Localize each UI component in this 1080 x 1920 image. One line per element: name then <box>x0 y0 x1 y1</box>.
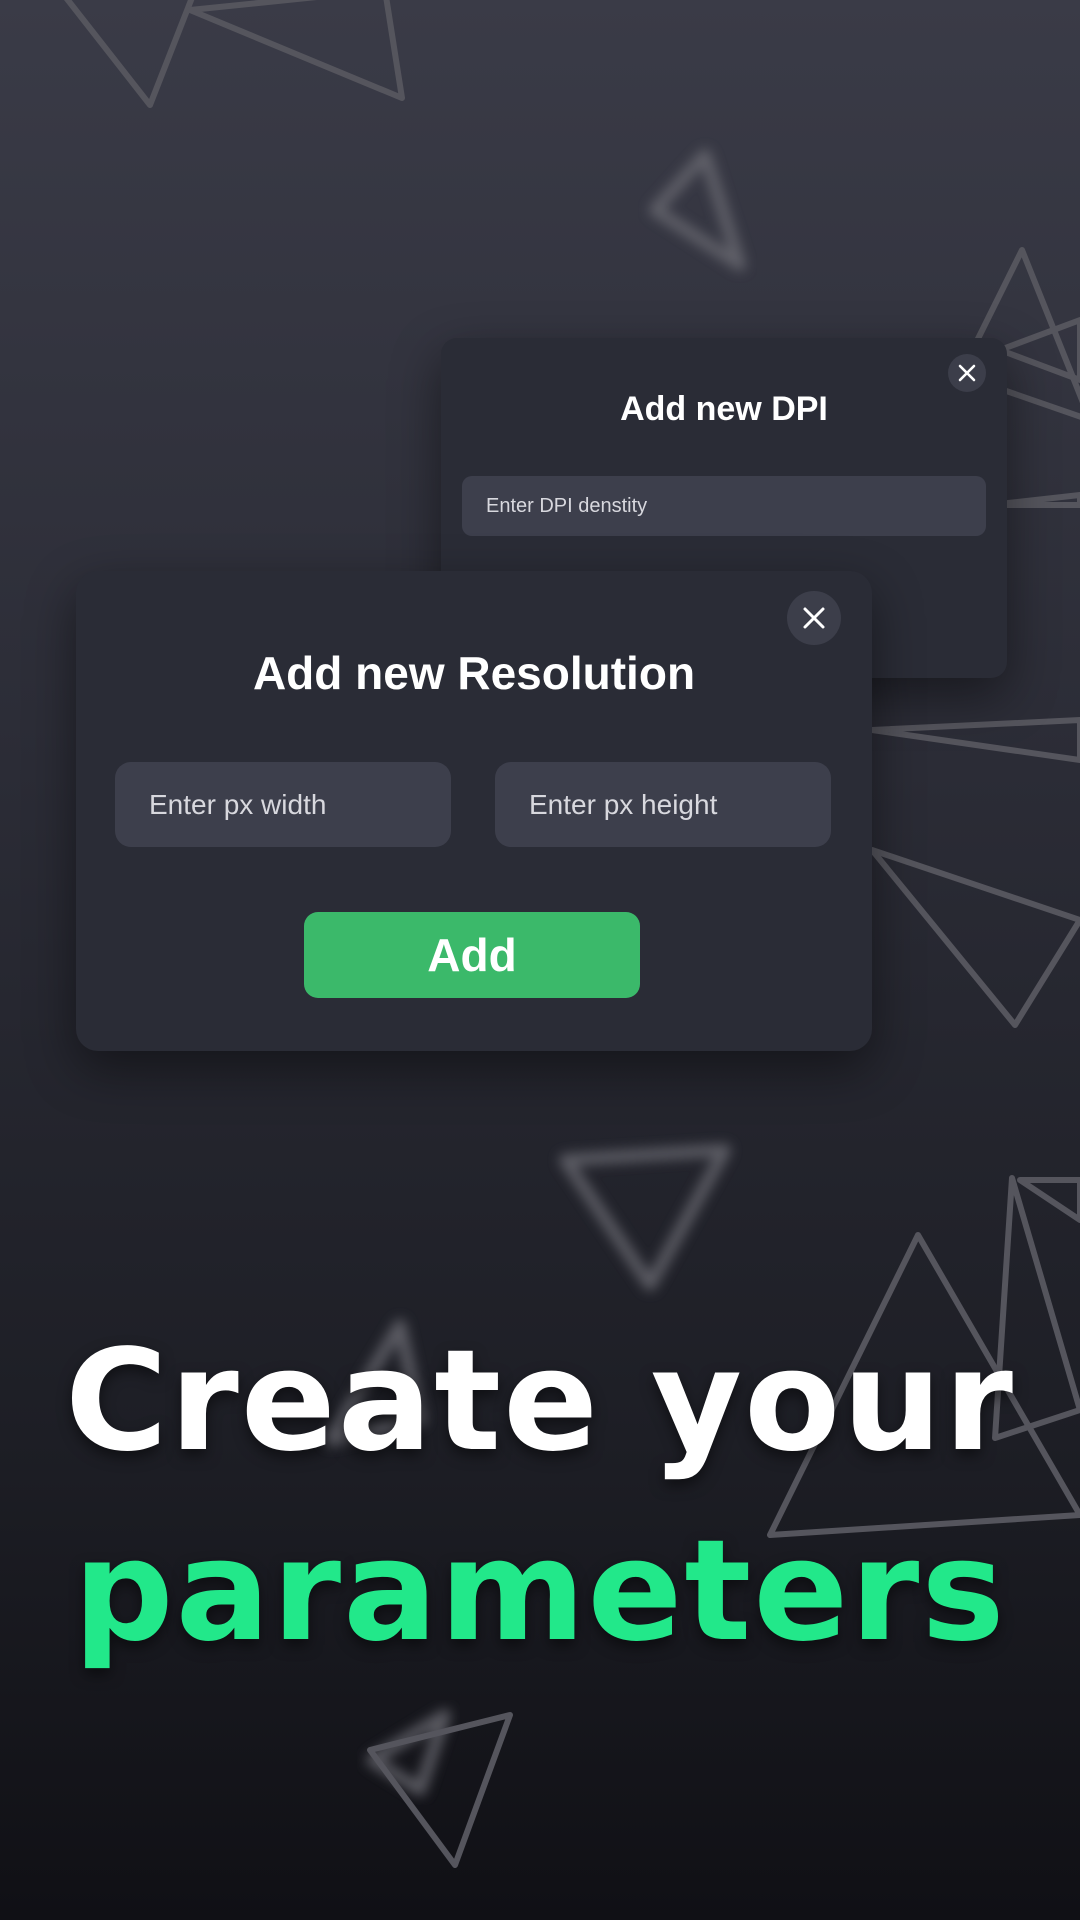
dpi-dialog-close-button[interactable] <box>948 354 986 392</box>
resolution-dialog-close-button[interactable] <box>787 591 841 645</box>
triangle-shape <box>559 1144 731 1291</box>
triangle-shape <box>64 0 195 108</box>
close-icon <box>803 607 825 629</box>
resolution-dialog: Add new Resolution Enter px width Enter … <box>76 571 872 1051</box>
triangle-shape <box>1017 1177 1080 1223</box>
dpi-density-input[interactable]: Enter DPI denstity <box>462 476 986 536</box>
triangle-shape <box>869 847 1080 1028</box>
close-icon <box>958 364 976 382</box>
px-height-input[interactable]: Enter px height <box>495 762 831 847</box>
add-button[interactable]: Add <box>304 912 640 998</box>
px-width-input[interactable]: Enter px width <box>115 762 451 847</box>
headline-line-1: Create your <box>65 1320 1015 1483</box>
headline-line-2: parameters <box>73 1510 1007 1673</box>
triangle-shape <box>649 149 746 271</box>
triangle-shape <box>187 0 405 101</box>
triangle-shape <box>869 717 1080 763</box>
resolution-dialog-title: Add new Resolution <box>252 647 696 699</box>
dpi-dialog-title: Add new DPI <box>620 390 828 428</box>
triangle-shape <box>366 1709 451 1796</box>
